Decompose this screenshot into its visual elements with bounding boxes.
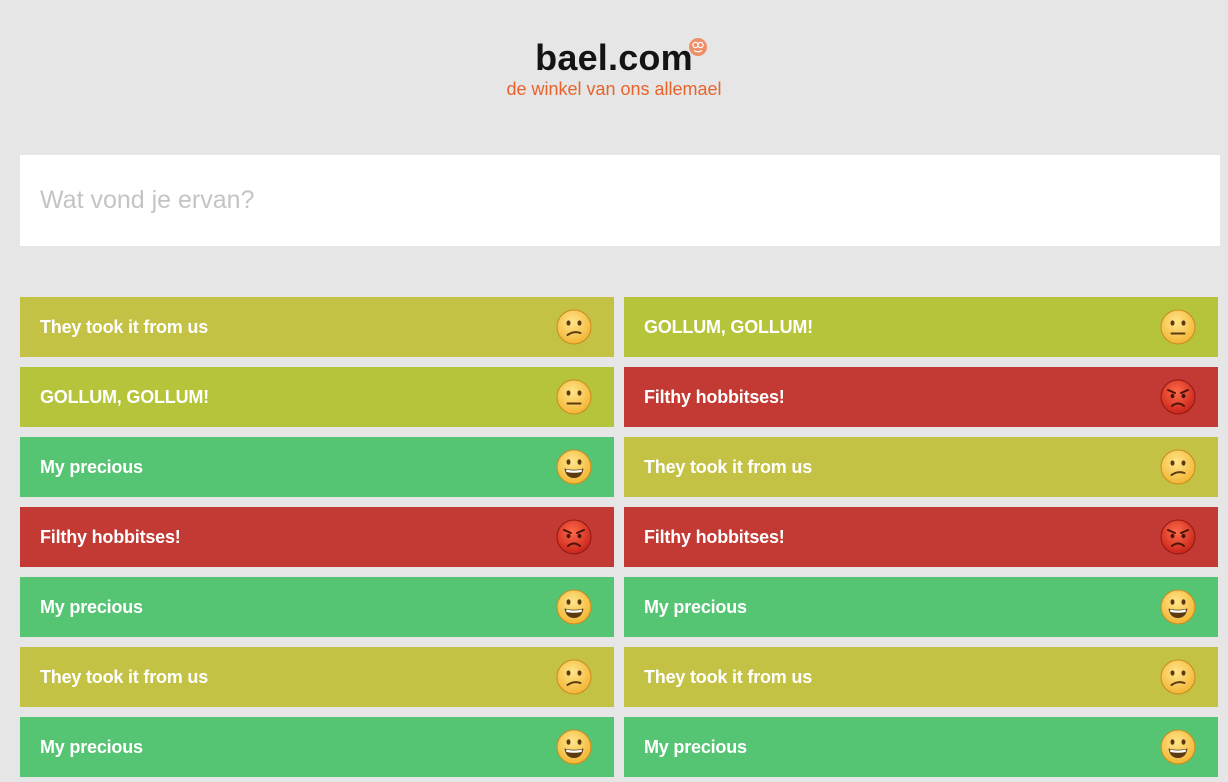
- reaction-label: They took it from us: [644, 456, 813, 477]
- reaction-label: They took it from us: [644, 666, 813, 687]
- reaction-label: My precious: [40, 596, 143, 617]
- logo-tagline: de winkel van ons allemael: [506, 79, 722, 99]
- grinning-face-icon: [556, 589, 594, 625]
- reaction-card-confused[interactable]: They took it from us: [20, 297, 614, 357]
- reaction-card-angry[interactable]: Filthy hobbitses!: [624, 507, 1218, 567]
- reaction-label: GOLLUM, GOLLUM!: [40, 386, 209, 407]
- angry-face-icon: [556, 519, 594, 555]
- confused-face-icon: [556, 309, 594, 345]
- grinning-face-icon: [1160, 589, 1198, 625]
- reaction-label: GOLLUM, GOLLUM!: [644, 316, 813, 337]
- reaction-card-angry[interactable]: Filthy hobbitses!: [624, 367, 1218, 427]
- reaction-card-confused[interactable]: They took it from us: [624, 647, 1218, 707]
- reaction-card-happy[interactable]: My precious: [624, 577, 1218, 637]
- feedback-input-container: [20, 155, 1220, 246]
- neutral-face-icon: [1160, 309, 1198, 345]
- page: bael.com de winkel van ons allemael They…: [0, 0, 1228, 782]
- reaction-label: They took it from us: [40, 316, 209, 337]
- site-logo[interactable]: bael.com de winkel van ons allemael: [0, 36, 1228, 100]
- reaction-card-confused[interactable]: They took it from us: [624, 437, 1218, 497]
- reaction-card-confused[interactable]: They took it from us: [20, 647, 614, 707]
- reaction-grid: They took it from us GOLLUM, GOLLUM! GOLLU…: [20, 297, 1218, 777]
- reaction-label: My precious: [40, 736, 143, 757]
- confused-face-icon: [1160, 449, 1198, 485]
- neutral-face-icon: [556, 379, 594, 415]
- reaction-label: My precious: [644, 736, 747, 757]
- feedback-input[interactable]: [38, 185, 1202, 216]
- reaction-card-angry[interactable]: Filthy hobbitses!: [20, 507, 614, 567]
- logo-line: bael.com: [535, 36, 707, 80]
- reaction-label: My precious: [644, 596, 747, 617]
- grinning-face-icon: [556, 729, 594, 765]
- confused-face-icon: [1160, 659, 1198, 695]
- grinning-face-icon: [1160, 729, 1198, 765]
- reaction-label: Filthy hobbitses!: [644, 526, 785, 547]
- confused-face-icon: [556, 659, 594, 695]
- reaction-label: My precious: [40, 456, 143, 477]
- angry-face-icon: [1160, 379, 1198, 415]
- reaction-card-happy[interactable]: My precious: [20, 717, 614, 777]
- reaction-card-happy[interactable]: My precious: [20, 437, 614, 497]
- angry-face-icon: [1160, 519, 1198, 555]
- logo-badge-icon: [688, 38, 707, 56]
- reaction-label: Filthy hobbitses!: [644, 386, 785, 407]
- reaction-card-neutral[interactable]: GOLLUM, GOLLUM!: [624, 297, 1218, 357]
- grinning-face-icon: [556, 449, 594, 485]
- logo-wordmark: bael.com: [535, 37, 693, 78]
- reaction-card-happy[interactable]: My precious: [20, 577, 614, 637]
- reaction-card-happy[interactable]: My precious: [624, 717, 1218, 777]
- reaction-card-neutral[interactable]: GOLLUM, GOLLUM!: [20, 367, 614, 427]
- reaction-label: They took it from us: [40, 666, 209, 687]
- reaction-label: Filthy hobbitses!: [40, 526, 181, 547]
